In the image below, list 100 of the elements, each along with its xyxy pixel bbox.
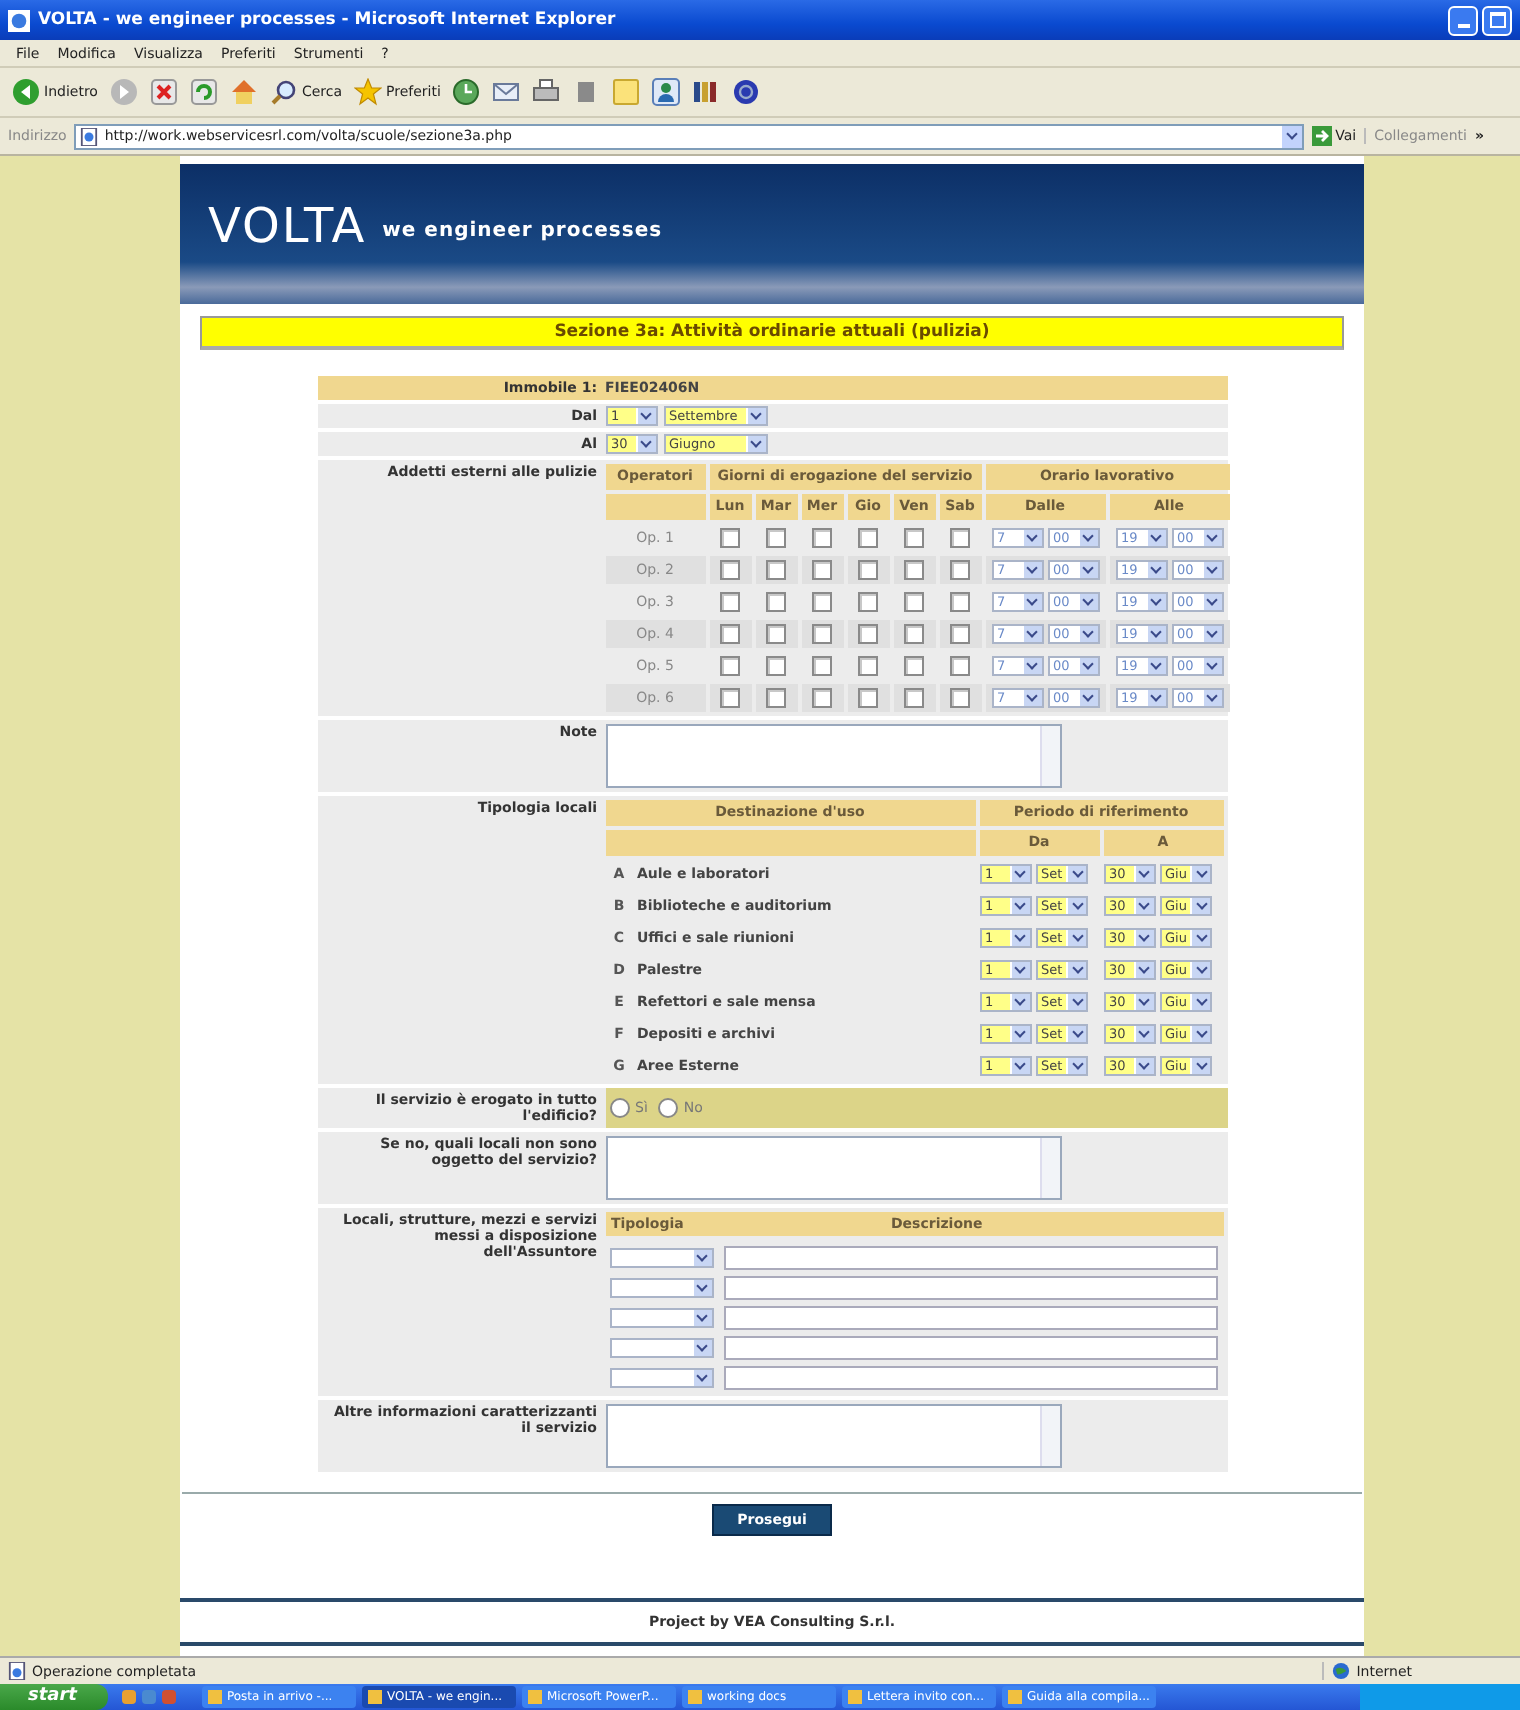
type-dropdown[interactable] — [609, 1307, 713, 1327]
globe-icon[interactable] — [732, 78, 761, 106]
chevron-down-icon — [1133, 1026, 1153, 1042]
radio-button[interactable] — [609, 1098, 629, 1118]
chevron-down-icon — [1190, 1058, 1211, 1074]
globe-icon — [1332, 1662, 1351, 1680]
app-icon — [528, 1690, 543, 1704]
checkbox[interactable] — [904, 560, 924, 580]
chevron-down-icon — [1021, 690, 1041, 706]
checkbox[interactable] — [720, 656, 740, 676]
checkbox[interactable] — [904, 592, 924, 612]
app-icon — [208, 1690, 223, 1704]
checkbox[interactable] — [858, 528, 878, 548]
clock-icon[interactable] — [452, 78, 481, 106]
refresh-icon[interactable] — [189, 78, 218, 106]
chevron-down-icon — [1190, 866, 1211, 882]
chevron-down-icon — [1009, 930, 1029, 946]
type-dropdown[interactable] — [609, 1337, 713, 1357]
checkbox[interactable] — [812, 624, 832, 644]
scrollbar[interactable] — [1039, 1406, 1059, 1466]
messenger-icon[interactable] — [652, 78, 681, 106]
checkbox[interactable] — [950, 624, 970, 644]
checkbox[interactable] — [720, 528, 740, 548]
chevron-down-icon — [691, 1279, 711, 1295]
chevron-down-icon — [1066, 1058, 1087, 1074]
type-dropdown[interactable] — [609, 1367, 713, 1387]
checkbox[interactable] — [766, 528, 786, 548]
scrollbar[interactable] — [1039, 726, 1059, 786]
envelope-icon[interactable] — [492, 78, 521, 106]
checkbox[interactable] — [720, 624, 740, 644]
checkbox[interactable] — [812, 528, 832, 548]
checkbox[interactable] — [766, 688, 786, 708]
note-icon[interactable] — [612, 78, 641, 106]
header-background — [605, 494, 705, 520]
chevron-down-icon — [691, 1309, 711, 1325]
checkbox[interactable] — [950, 560, 970, 580]
scrollbar[interactable] — [1039, 1138, 1059, 1198]
checkbox[interactable] — [950, 528, 970, 548]
text-area[interactable] — [605, 724, 1061, 788]
chevron-down-icon — [1066, 930, 1087, 946]
chevron-down-icon — [1145, 658, 1165, 674]
chevron-down-icon — [1133, 898, 1153, 914]
chevron-down-icon — [1190, 962, 1211, 978]
chevron-down-icon — [1133, 994, 1153, 1010]
checkbox[interactable] — [904, 624, 924, 644]
home-icon[interactable] — [229, 78, 258, 106]
checkbox[interactable] — [950, 656, 970, 676]
chevron-down-icon — [1145, 626, 1165, 642]
printer-icon[interactable] — [532, 78, 561, 106]
checkbox[interactable] — [720, 560, 740, 580]
checkbox[interactable] — [950, 592, 970, 612]
chevron-down-icon — [1021, 658, 1041, 674]
description-field[interactable] — [723, 1305, 1217, 1329]
checkbox[interactable] — [858, 592, 878, 612]
checkbox[interactable] — [904, 656, 924, 676]
checkbox[interactable] — [812, 560, 832, 580]
checkbox[interactable] — [904, 528, 924, 548]
page-icon — [8, 1662, 26, 1680]
description-field[interactable] — [723, 1275, 1217, 1299]
checkbox[interactable] — [766, 656, 786, 676]
checkbox[interactable] — [812, 688, 832, 708]
description-field[interactable] — [723, 1365, 1217, 1389]
chevron-down-icon — [1009, 898, 1029, 914]
description-field[interactable] — [723, 1245, 1217, 1269]
books-icon[interactable] — [692, 78, 721, 106]
checkbox[interactable] — [766, 592, 786, 612]
checkbox[interactable] — [766, 560, 786, 580]
chevron-down-icon — [1077, 626, 1097, 642]
checkbox[interactable] — [766, 624, 786, 644]
page-icon — [80, 127, 99, 145]
checkbox[interactable] — [858, 624, 878, 644]
chevron-down-icon — [1077, 658, 1097, 674]
checkbox[interactable] — [812, 592, 832, 612]
chevron-down-icon — [1066, 962, 1087, 978]
chevron-down-icon — [1009, 866, 1029, 882]
chevron-down-icon — [1201, 562, 1221, 578]
chevron-down-icon — [745, 408, 765, 424]
description-field[interactable] — [723, 1335, 1217, 1359]
brand-name: VOLTA — [208, 198, 367, 254]
checkbox[interactable] — [904, 688, 924, 708]
app-icon — [368, 1690, 383, 1704]
checkbox[interactable] — [858, 656, 878, 676]
checkbox[interactable] — [812, 656, 832, 676]
minimize-button[interactable] — [1448, 5, 1478, 35]
checkbox[interactable] — [858, 560, 878, 580]
type-dropdown[interactable] — [609, 1277, 713, 1297]
checkbox[interactable] — [950, 688, 970, 708]
text-area[interactable] — [605, 1136, 1061, 1200]
checkbox[interactable] — [720, 592, 740, 612]
stop-icon[interactable] — [149, 78, 178, 106]
text-area[interactable] — [605, 1404, 1061, 1468]
type-dropdown[interactable] — [609, 1247, 713, 1267]
app-icon — [1008, 1690, 1023, 1704]
maximize-button[interactable] — [1482, 5, 1512, 35]
chevron-down-icon — [1009, 1026, 1029, 1042]
chevron-down-icon — [1077, 690, 1097, 706]
checkbox[interactable] — [720, 688, 740, 708]
chevron-down-icon — [1066, 1026, 1087, 1042]
checkbox[interactable] — [858, 688, 878, 708]
radio-button[interactable] — [657, 1098, 678, 1118]
